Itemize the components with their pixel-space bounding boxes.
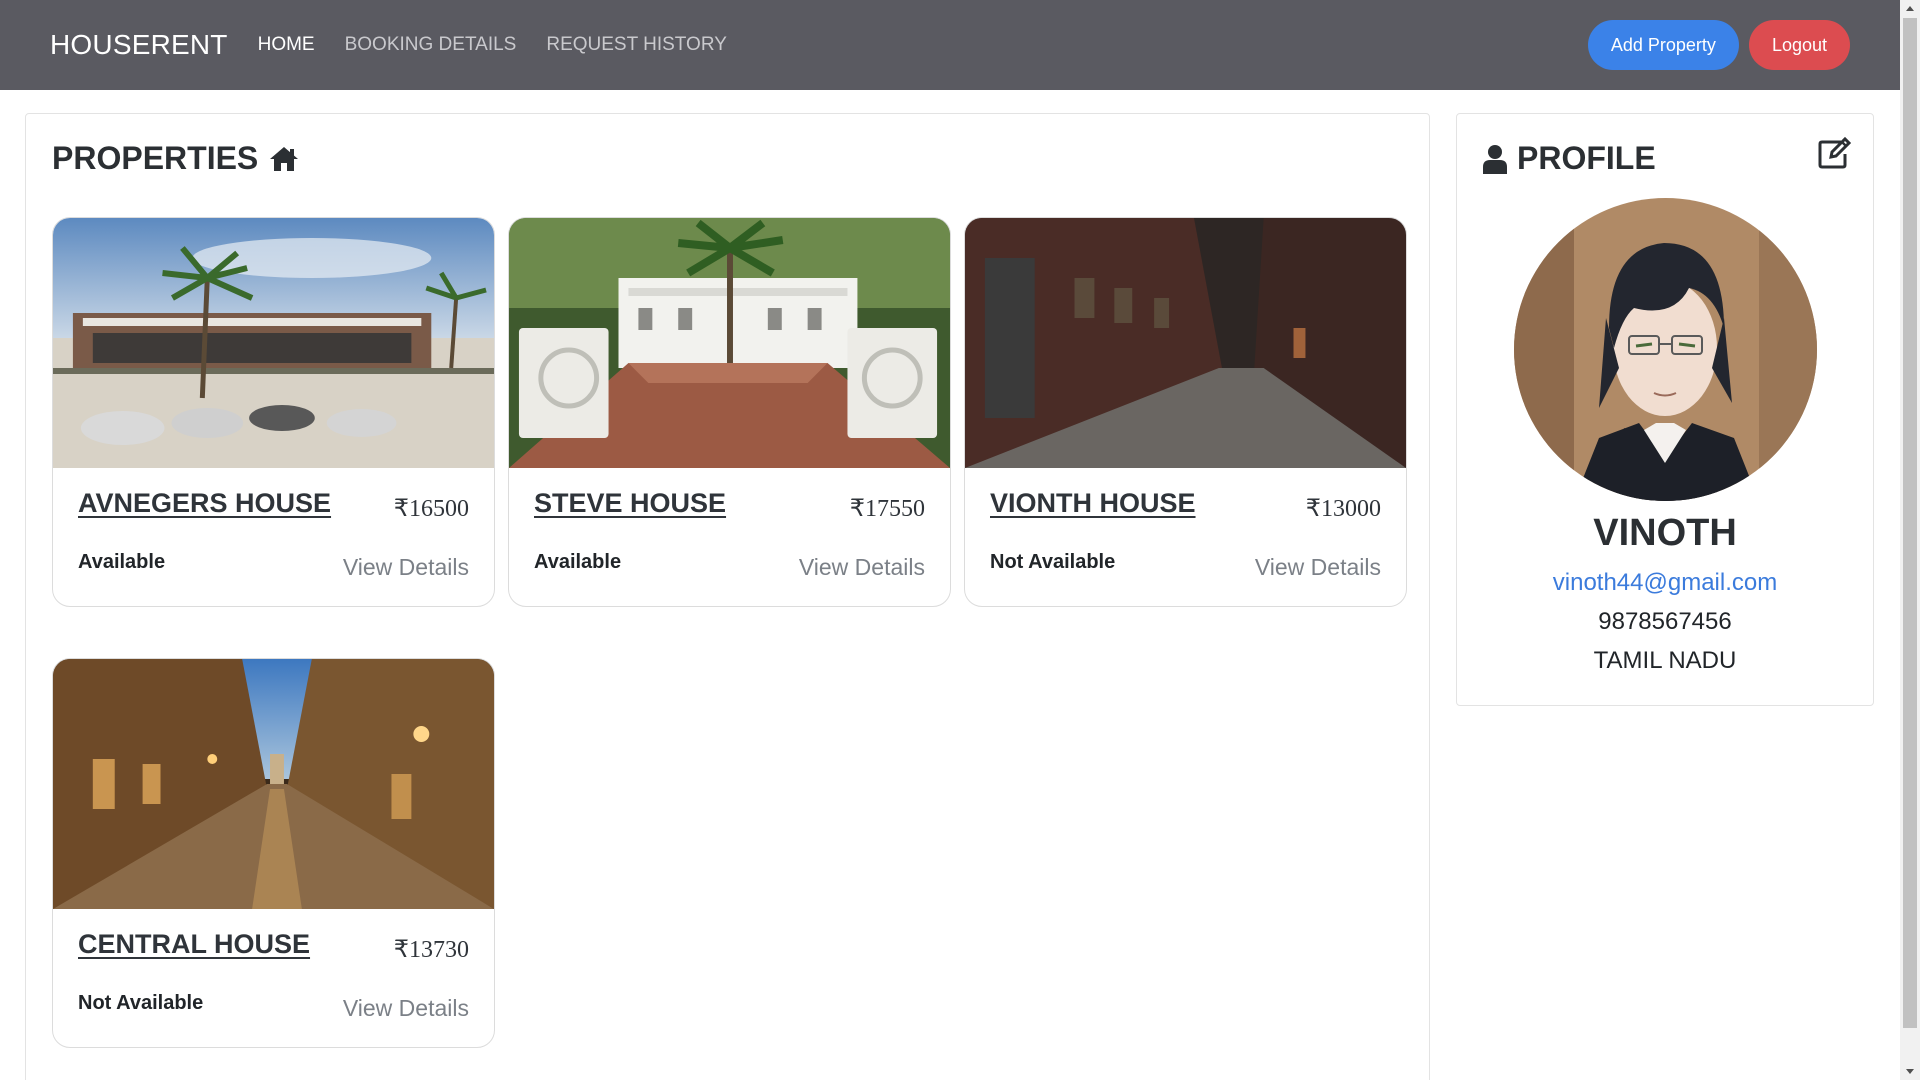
home-icon (270, 146, 299, 171)
view-details-link[interactable]: View Details (799, 554, 925, 581)
navbar: HOUSERENT HOME BOOKING DETAILS REQUEST H… (0, 0, 1900, 90)
avatar (1514, 198, 1817, 501)
properties-heading: PROPERTIES (52, 140, 300, 177)
edit-icon[interactable] (1817, 136, 1851, 170)
profile-heading: PROFILE (1483, 140, 1656, 177)
user-icon (1483, 144, 1507, 174)
property-name[interactable]: VIONTH HOUSE (990, 488, 1196, 519)
profile-email[interactable]: vinoth44@gmail.com (1457, 569, 1873, 597)
property-card[interactable]: CENTRAL HOUSE ₹13730 Not Available View … (52, 658, 495, 1048)
property-price: ₹13730 (393, 937, 469, 963)
property-image (509, 218, 950, 468)
view-details-link[interactable]: View Details (1255, 554, 1381, 581)
property-card[interactable]: STEVE HOUSE ₹17550 Available View Detail… (508, 217, 951, 607)
brand-logo[interactable]: HOUSERENT (50, 29, 228, 61)
profile-panel: PROFILE VINOTH vinoth44@gmail.com 987856… (1456, 113, 1874, 706)
property-status: Available (78, 551, 166, 573)
property-name[interactable]: CENTRAL HOUSE (78, 929, 310, 960)
properties-title: PROPERTIES (52, 140, 259, 176)
property-status: Not Available (78, 992, 204, 1014)
navbar-actions: Add Property Logout (1587, 20, 1850, 70)
view-details-link[interactable]: View Details (343, 995, 469, 1022)
property-image (53, 659, 494, 909)
property-status: Not Available (990, 551, 1116, 573)
profile-state: TAMIL NADU (1593, 647, 1737, 674)
nav-link-request-history[interactable]: REQUEST HISTORY (546, 34, 727, 56)
scrollbar-thumb[interactable] (1903, 18, 1917, 1028)
properties-panel: PROPERTIES AVNEGERS HOUSE ₹16500 Availab… (25, 113, 1430, 1080)
property-image (53, 218, 494, 468)
nav-link-booking-details[interactable]: BOOKING DETAILS (345, 34, 517, 56)
property-price: ₹16500 (393, 496, 469, 522)
profile-phone: 9878567456 (1598, 608, 1732, 635)
nav-link-home[interactable]: HOME (258, 34, 315, 56)
property-status: Available (534, 551, 622, 573)
page-scrollbar[interactable] (1900, 0, 1920, 1080)
scroll-down-icon[interactable] (1906, 1069, 1914, 1074)
profile-name: VINOTH (1593, 512, 1737, 554)
scroll-up-icon[interactable] (1906, 6, 1914, 11)
property-name[interactable]: STEVE HOUSE (534, 488, 726, 519)
property-card[interactable]: AVNEGERS HOUSE ₹16500 Available View Det… (52, 217, 495, 607)
logout-button[interactable]: Logout (1748, 20, 1850, 70)
profile-title: PROFILE (1517, 140, 1656, 176)
view-details-link[interactable]: View Details (343, 554, 469, 581)
add-property-button[interactable]: Add Property (1587, 20, 1739, 70)
property-card[interactable]: VIONTH HOUSE ₹13000 Not Available View D… (964, 217, 1407, 607)
property-price: ₹17550 (849, 496, 925, 522)
property-price: ₹13000 (1305, 496, 1381, 522)
property-image (965, 218, 1406, 468)
property-name[interactable]: AVNEGERS HOUSE (78, 488, 331, 519)
